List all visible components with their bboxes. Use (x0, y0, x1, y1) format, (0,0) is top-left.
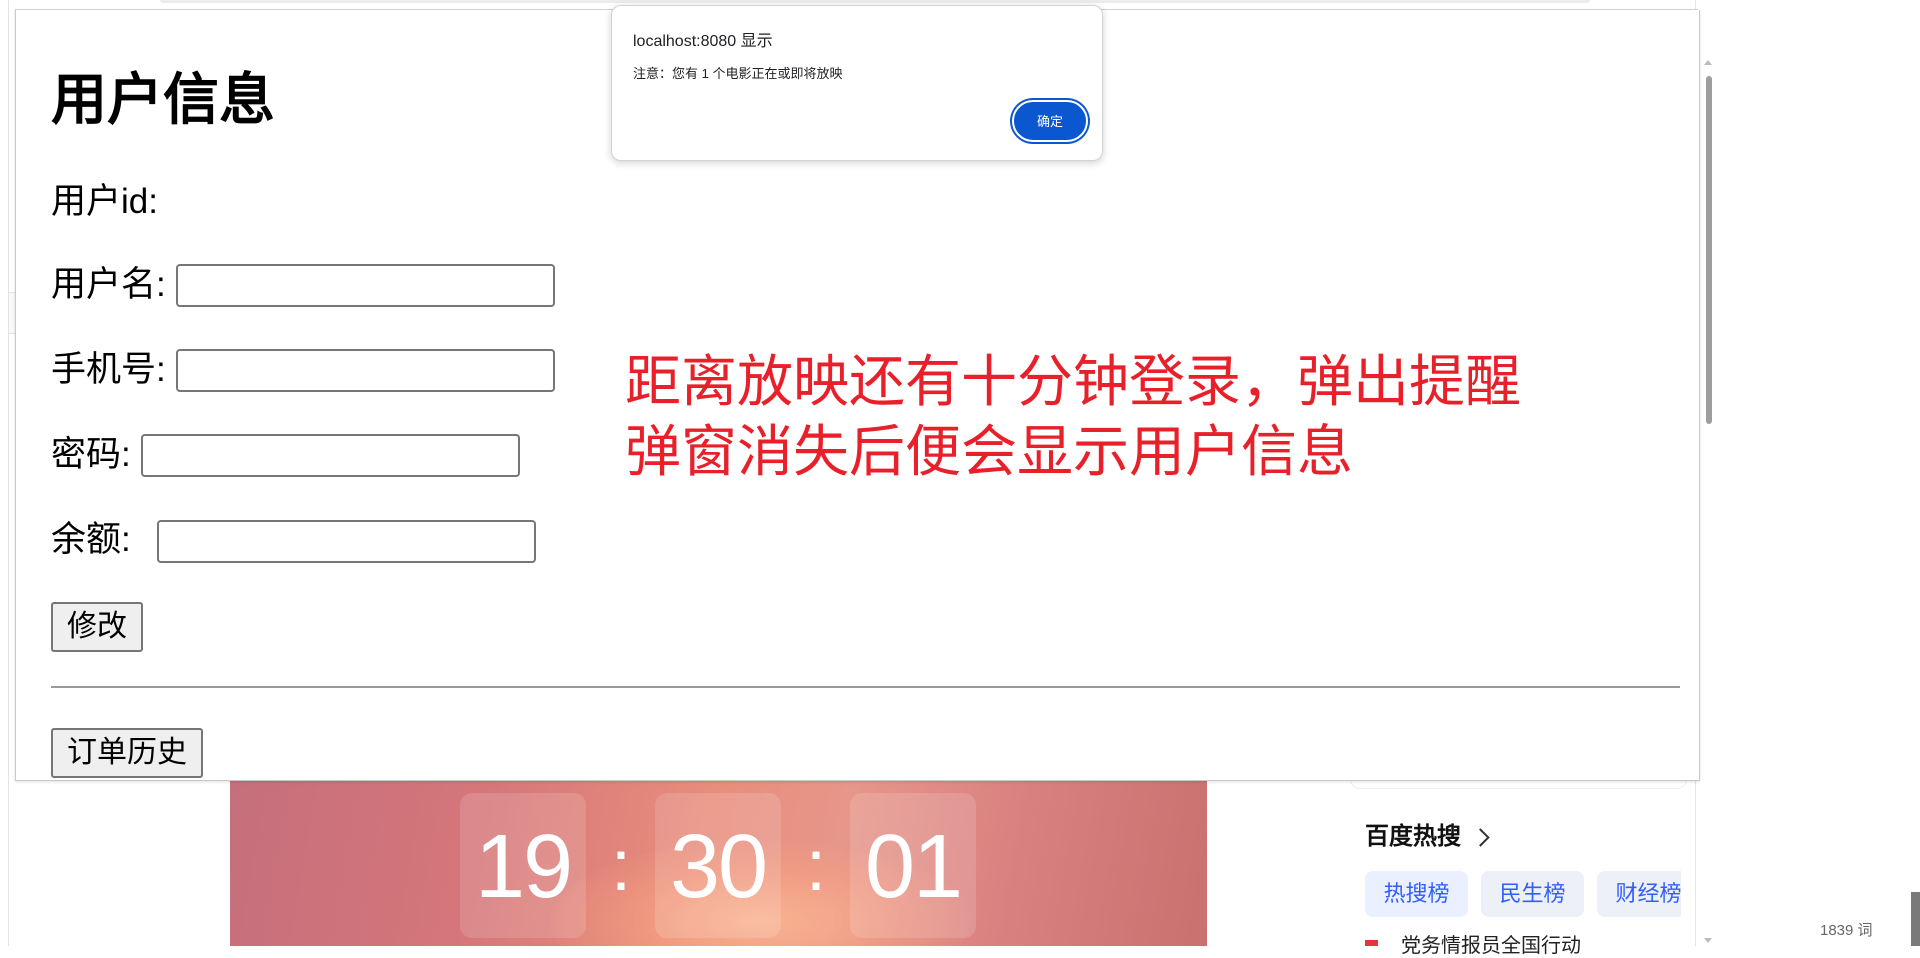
divider (51, 686, 1680, 688)
scroll-down-arrow-icon[interactable] (1704, 938, 1712, 943)
chevron-right-icon[interactable] (1471, 828, 1490, 847)
scroll-up-arrow-icon[interactable] (1704, 60, 1712, 65)
phone-input[interactable] (176, 349, 555, 392)
edit-button[interactable]: 修改 (51, 602, 143, 652)
annotation-line-1: 距离放映还有十分钟登录，弹出提醒 (625, 350, 1521, 413)
flip-clock: 19 : 30 : 01 (230, 781, 1207, 946)
page-scrollbar-thumb[interactable] (1911, 892, 1920, 946)
background-left-border (8, 0, 9, 946)
clock-seconds: 01 (864, 817, 963, 917)
order-history-button[interactable]: 订单历史 (51, 728, 203, 778)
hot-search-tabs: 热搜榜 民生榜 财经榜 (1365, 871, 1681, 917)
annotation-text: 距离放映还有十分钟登录，弹出提醒 弹窗消失后便会显示用户信息 (625, 347, 1521, 487)
background-scrollbar-thumb[interactable] (1706, 76, 1712, 424)
word-count: 1839 词 (1820, 922, 1873, 939)
clock-minutes: 30 (669, 817, 768, 917)
page-title: 用户信息 (51, 68, 275, 131)
clock-separator: : (805, 826, 826, 906)
tab-livelihood[interactable]: 民生榜 (1481, 871, 1584, 917)
tab-finance[interactable]: 财经榜 (1597, 871, 1681, 917)
window-scrollbar[interactable] (1699, 10, 1700, 781)
alert-dialog: localhost:8080 显示 注意：您有 1 个电影正在或即将放映 确定 (611, 5, 1103, 161)
phone-label: 手机号: (51, 350, 166, 389)
balance-label: 余额: (51, 520, 131, 559)
clock-separator: : (610, 826, 631, 906)
confirm-button[interactable]: 确定 (1012, 100, 1088, 142)
username-input[interactable] (176, 264, 555, 307)
password-input[interactable] (141, 434, 520, 477)
hot-item-rank-marker (1365, 940, 1378, 946)
annotation-line-2: 弹窗消失后便会显示用户信息 (625, 420, 1353, 483)
username-label: 用户名: (51, 265, 166, 304)
balance-input[interactable] (157, 520, 536, 563)
alert-title: localhost:8080 显示 (633, 33, 773, 50)
clock-hours: 19 (474, 817, 573, 917)
tab-hot-search[interactable]: 热搜榜 (1365, 871, 1468, 917)
background-top-bar (160, 0, 1590, 3)
password-label: 密码: (51, 435, 131, 474)
hot-search-title[interactable]: 百度热搜 (1365, 822, 1461, 852)
user-id-label: 用户id: (51, 182, 158, 221)
alert-message: 注意：您有 1 个电影正在或即将放映 (633, 66, 843, 81)
hot-search-item[interactable]: 党务情报员全国行动 (1401, 934, 1581, 958)
